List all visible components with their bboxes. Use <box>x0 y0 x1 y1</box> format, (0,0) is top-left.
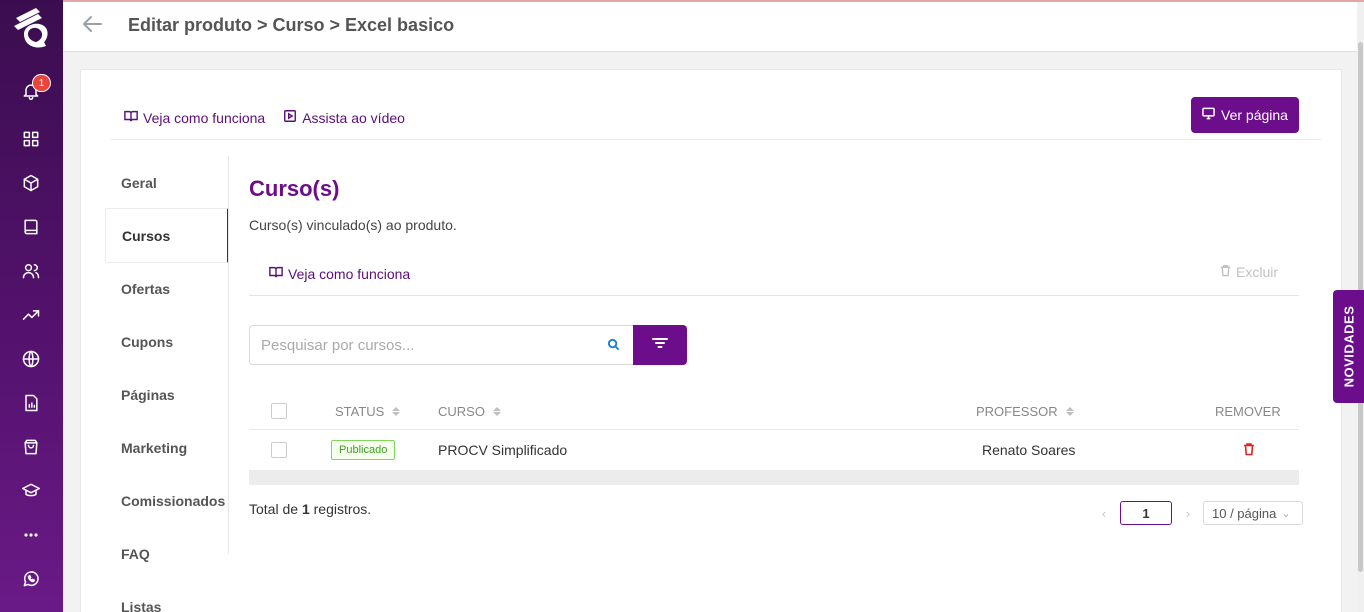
help-links: Veja como funciona Assista ao vídeo <box>124 109 405 126</box>
filter-button[interactable] <box>633 325 687 365</box>
course-header-label: CURSO <box>438 403 485 419</box>
menu-item-marketing[interactable]: Marketing <box>105 421 229 474</box>
remove-row-button[interactable] <box>1242 430 1256 470</box>
book-open-icon <box>269 265 283 282</box>
notification-badge: 1 <box>32 74 51 92</box>
news-tab-label: NOVIDADES <box>1341 305 1357 388</box>
section-title: Curso(s) <box>249 176 340 201</box>
trash-icon <box>1242 442 1256 459</box>
select-all-checkbox[interactable] <box>271 403 287 419</box>
view-page-label: Ver página <box>1221 107 1288 123</box>
menu-item-listas[interactable]: Listas <box>105 580 229 612</box>
book-icon[interactable] <box>20 216 42 238</box>
status-cell: Publicado <box>331 430 396 470</box>
watch-video-label: Assista ao vídeo <box>302 109 405 126</box>
search-icon[interactable] <box>607 338 621 352</box>
news-tab[interactable]: NOVIDADES <box>1333 290 1364 403</box>
next-page-icon[interactable]: › <box>1178 501 1198 525</box>
sort-icon <box>392 406 401 416</box>
view-page-button[interactable]: Ver página <box>1191 97 1299 133</box>
total-records: Total de 1 registros. <box>249 501 371 517</box>
prev-page-icon[interactable]: ‹ <box>1094 501 1114 525</box>
product-menu: Geral Cursos Ofertas Cupons Páginas Mark… <box>105 156 229 612</box>
divider <box>249 295 1299 296</box>
book-open-icon <box>124 109 138 126</box>
how-it-works-link[interactable]: Veja como funciona <box>124 109 265 126</box>
how-it-works-label: Veja como funciona <box>143 109 266 126</box>
table-footer-band <box>249 470 1299 485</box>
course-cell: PROCV Simplificado <box>438 442 568 458</box>
brand-logo[interactable] <box>10 4 54 54</box>
current-page[interactable]: 1 <box>1120 501 1172 525</box>
select-all-cell <box>271 393 287 429</box>
filter-icon <box>652 336 668 355</box>
menu-item-faq[interactable]: FAQ <box>105 527 229 580</box>
chevron-down-icon: ⌄ <box>1281 507 1291 520</box>
search-box <box>249 325 634 365</box>
total-prefix: Total de <box>249 501 302 517</box>
globe-icon[interactable] <box>20 348 42 370</box>
monitor-icon <box>1202 107 1215 123</box>
back-arrow-icon[interactable] <box>81 14 105 34</box>
sort-icon <box>492 406 501 416</box>
more-icon[interactable] <box>20 524 42 546</box>
bag-icon[interactable] <box>20 436 42 458</box>
cube-icon[interactable] <box>20 172 42 194</box>
page-size-select[interactable]: 10 / página ⌄ <box>1203 501 1303 525</box>
product-card: Veja como funciona Assista ao vídeo Ver … <box>80 69 1342 612</box>
menu-divider <box>228 156 229 554</box>
menu-item-geral[interactable]: Geral <box>105 156 229 209</box>
total-count: 1 <box>301 501 310 517</box>
divider <box>111 139 1321 140</box>
breadcrumb: Editar produto > Curso > Excel basico <box>128 15 455 35</box>
whatsapp-icon[interactable] <box>20 568 42 590</box>
teacher-cell: Renato Soares <box>982 442 1076 458</box>
row-select-cell <box>271 430 287 470</box>
report-icon[interactable] <box>20 392 42 414</box>
sidebar: 1 <box>0 0 63 612</box>
menu-item-paginas[interactable]: Páginas <box>105 368 229 421</box>
status-column-header[interactable]: STATUS <box>335 393 401 429</box>
menu-item-cupons[interactable]: Cupons <box>105 315 229 368</box>
delete-button[interactable]: Excluir <box>1219 264 1278 280</box>
table-row: Publicado PROCV Simplificado Renato Soar… <box>249 430 1299 470</box>
menu-item-cursos[interactable]: Cursos <box>105 208 229 263</box>
status-header-label: STATUS <box>335 403 385 419</box>
menu-item-comissionados[interactable]: Comissionados <box>105 474 229 527</box>
graduation-icon[interactable] <box>20 480 42 502</box>
trend-icon[interactable] <box>20 304 42 326</box>
search-input[interactable] <box>250 326 590 364</box>
total-suffix: registros. <box>309 501 372 517</box>
watch-video-link[interactable]: Assista ao vídeo <box>283 109 405 126</box>
menu-item-ofertas[interactable]: Ofertas <box>105 262 229 315</box>
page-header: Editar produto > Curso > Excel basico <box>63 2 1357 52</box>
teacher-column-header[interactable]: PROFESSOR <box>976 393 1074 429</box>
pagination: ‹ 1 › 10 / página ⌄ <box>1094 501 1303 525</box>
delete-label: Excluir <box>1236 264 1279 280</box>
page-size-label: 10 / página <box>1212 505 1277 521</box>
section-description: Curso(s) vinculado(s) ao produto. <box>249 217 457 233</box>
users-icon[interactable] <box>20 260 42 282</box>
teacher-header-label: PROFESSOR <box>976 403 1058 419</box>
courses-table: STATUS CURSO PROFESSOR REMOVER Publicado <box>249 393 1299 485</box>
trash-icon <box>1219 264 1232 280</box>
course-column-header[interactable]: CURSO <box>438 393 501 429</box>
play-icon <box>283 109 297 126</box>
remove-column-header: REMOVER <box>1215 393 1281 429</box>
status-badge: Publicado <box>331 440 396 460</box>
remove-header-label: REMOVER <box>1215 403 1281 419</box>
grid-icon[interactable] <box>20 128 42 150</box>
table-header: STATUS CURSO PROFESSOR REMOVER <box>249 393 1299 430</box>
section-how-it-works-label: Veja como funciona <box>288 265 411 282</box>
sort-icon <box>1065 406 1074 416</box>
section-how-it-works-link[interactable]: Veja como funciona <box>269 265 410 282</box>
row-checkbox[interactable] <box>271 442 287 458</box>
